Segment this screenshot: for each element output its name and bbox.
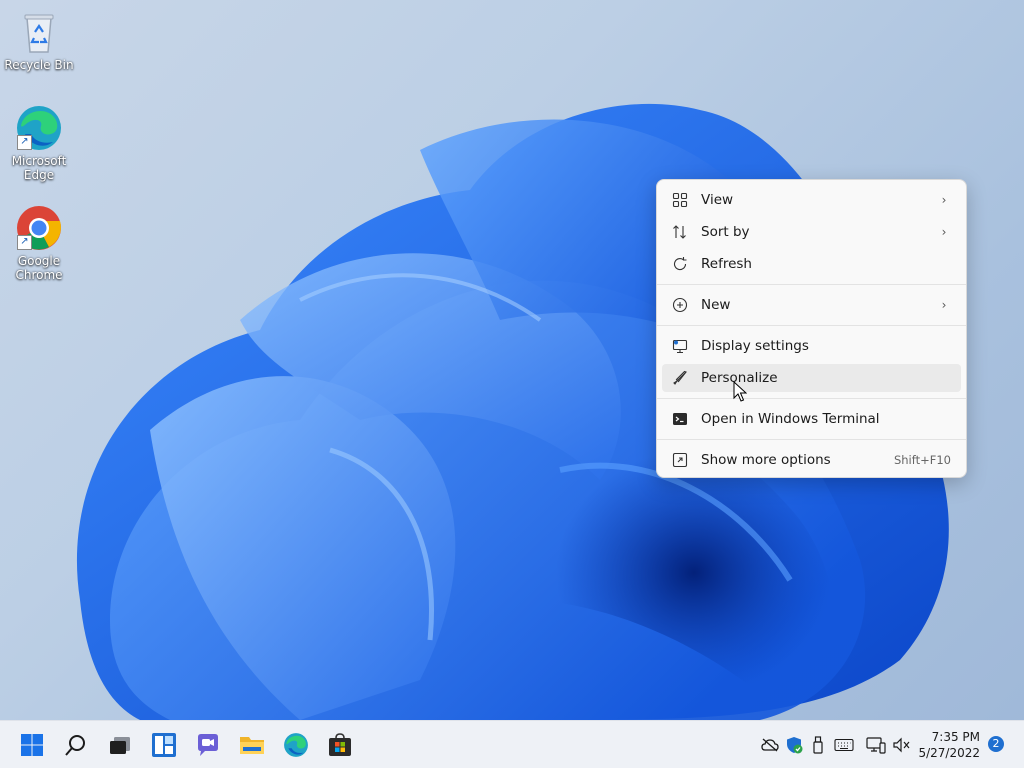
menu-item-label: Display settings <box>701 338 809 354</box>
defender-icon <box>787 737 803 754</box>
onedrive-tray-button[interactable] <box>760 735 780 755</box>
volume-icon <box>893 737 910 753</box>
desktop-icon-label: Microsoft Edge <box>11 154 67 182</box>
search-button[interactable] <box>58 727 94 763</box>
edge-icon: ↗ <box>15 104 63 152</box>
desktop-icon-edge[interactable]: ↗ Microsoft Edge <box>4 104 74 182</box>
menu-separator <box>657 325 966 326</box>
taskbar: 7:35 PM 5/27/2022 2 <box>0 720 1024 768</box>
menu-item-new[interactable]: New › <box>662 291 961 319</box>
desktop-icon-chrome[interactable]: ↗ Google Chrome <box>4 204 74 282</box>
notification-badge[interactable]: 2 <box>988 736 1004 752</box>
chrome-icon: ↗ <box>15 204 63 252</box>
clock-time: 7:35 PM <box>931 730 980 744</box>
more-options-icon <box>671 451 689 469</box>
menu-item-label: Open in Windows Terminal <box>701 411 880 427</box>
store-icon <box>329 733 351 756</box>
sort-icon <box>671 223 689 241</box>
desktop-icon-recycle-bin[interactable]: Recycle Bin <box>4 8 74 72</box>
usb-icon <box>813 736 823 754</box>
menu-separator <box>657 439 966 440</box>
brush-icon <box>671 369 689 387</box>
edge-icon <box>284 733 308 757</box>
menu-item-view[interactable]: View › <box>662 186 961 214</box>
taskbar-clock[interactable]: 7:35 PM 5/27/2022 <box>916 729 980 761</box>
desktop-icon-label: Recycle Bin <box>4 58 74 72</box>
clock-date: 5/27/2022 <box>918 746 980 760</box>
terminal-icon <box>671 410 689 428</box>
store-button[interactable] <box>322 727 358 763</box>
chevron-right-icon: › <box>941 225 947 239</box>
plus-circle-icon <box>671 296 689 314</box>
file-explorer-icon <box>240 737 264 754</box>
menu-item-label: Show more options <box>701 452 831 468</box>
usb-tray-button[interactable] <box>808 735 828 755</box>
volume-tray-button[interactable] <box>892 735 912 755</box>
desktop-icon-label: Google Chrome <box>15 254 63 282</box>
keyboard-icon <box>834 738 854 752</box>
file-explorer-button[interactable] <box>234 727 270 763</box>
network-icon <box>866 737 886 754</box>
chevron-right-icon: › <box>941 298 947 312</box>
start-icon <box>21 734 43 756</box>
network-tray-button[interactable] <box>866 735 886 755</box>
widgets-icon <box>152 733 176 757</box>
desktop-context-menu: View › Sort by › Refresh New › Display s… <box>656 179 967 478</box>
search-icon <box>65 735 85 756</box>
edge-taskbar-button[interactable] <box>278 727 314 763</box>
menu-item-label: Sort by <box>701 224 750 240</box>
shortcut-arrow-icon: ↗ <box>17 135 32 150</box>
keyboard-shortcut: Shift+F10 <box>893 453 951 467</box>
menu-item-open-terminal[interactable]: Open in Windows Terminal <box>662 405 961 433</box>
refresh-icon <box>671 255 689 273</box>
chevron-right-icon: › <box>941 193 947 207</box>
onedrive-icon <box>761 738 779 752</box>
teams-chat-icon <box>198 734 218 756</box>
widgets-button[interactable] <box>146 727 182 763</box>
menu-item-personalize[interactable]: Personalize <box>662 364 961 392</box>
display-icon <box>671 337 689 355</box>
menu-item-sort-by[interactable]: Sort by › <box>662 218 961 246</box>
start-button[interactable] <box>14 727 50 763</box>
keyboard-tray-button[interactable] <box>834 735 854 755</box>
task-view-icon <box>110 737 130 754</box>
menu-separator <box>657 398 966 399</box>
task-view-button[interactable] <box>102 727 138 763</box>
shortcut-arrow-icon: ↗ <box>17 235 32 250</box>
menu-item-refresh[interactable]: Refresh <box>662 250 961 278</box>
teams-chat-button[interactable] <box>190 727 226 763</box>
menu-item-show-more-options[interactable]: Show more options Shift+F10 <box>662 446 961 474</box>
menu-separator <box>657 284 966 285</box>
menu-item-label: New <box>701 297 731 313</box>
menu-item-label: Refresh <box>701 256 752 272</box>
grid-icon <box>671 191 689 209</box>
defender-tray-button[interactable] <box>784 735 804 755</box>
menu-item-label: View <box>701 192 734 208</box>
recycle-bin-icon <box>15 8 63 56</box>
menu-item-display-settings[interactable]: Display settings <box>662 332 961 360</box>
mouse-cursor-icon <box>733 381 747 402</box>
